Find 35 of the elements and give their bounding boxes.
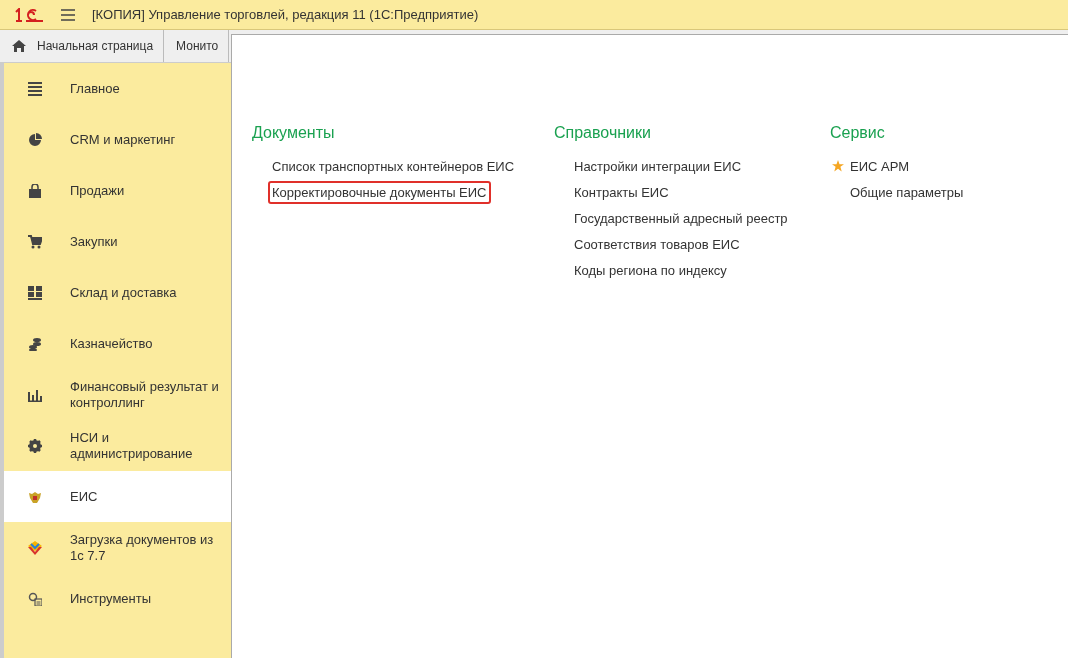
sidebar-item[interactable]: Главное [4,63,231,114]
sidebar-item[interactable]: НСИ и администрирование [4,420,231,471]
emblem-icon [28,489,42,504]
link[interactable]: ЕИС АРМ [846,154,914,178]
sidebar-item[interactable]: Продажи [4,165,231,216]
link[interactable]: Корректировочные документы ЕИС [268,180,491,204]
logo-icon [14,7,44,22]
sidebar-item[interactable]: Инструменты [4,573,231,624]
sidebar-item[interactable]: Закупки [4,216,231,267]
bar-chart-icon [28,387,42,402]
list-icon [28,81,42,96]
link[interactable]: Контракты ЕИС [570,180,673,204]
settings-icon [28,438,42,453]
sidebar-item[interactable]: CRM и маркетинг [4,114,231,165]
section-title: Документы [252,124,336,142]
link[interactable]: Государственный адресный реестр [570,206,792,230]
window-title: [КОПИЯ] Управление торговлей, редакция 11 (1С:Предприятие) [92,7,479,22]
cart-icon [28,234,42,249]
link[interactable]: Соответствия товаров ЕИС [570,232,744,256]
link[interactable]: Список транспортных контейнеров ЕИС [268,154,519,178]
grid-icon [28,285,42,300]
link[interactable]: Общие параметры [846,180,968,204]
section-title: Справочники [554,124,652,142]
coins-icon [28,336,42,351]
link[interactable]: Коды региона по индексу [570,258,731,282]
pie-chart-icon [28,132,42,147]
sidebar-item[interactable]: Склад и доставка [4,267,231,318]
sidebar-item[interactable]: Казначейство [4,318,231,369]
sidebar-item[interactable]: ЕИС [4,471,231,522]
link[interactable]: Настройки интеграции ЕИС [570,154,746,178]
home-icon [12,40,26,52]
menu-icon[interactable] [61,8,75,21]
section-title: Сервис [830,124,886,142]
sidebar-item[interactable]: Загрузка документов из 1с 7.7 [4,522,231,573]
sidebar-item[interactable]: Финансовый результат и контроллинг [4,369,231,420]
